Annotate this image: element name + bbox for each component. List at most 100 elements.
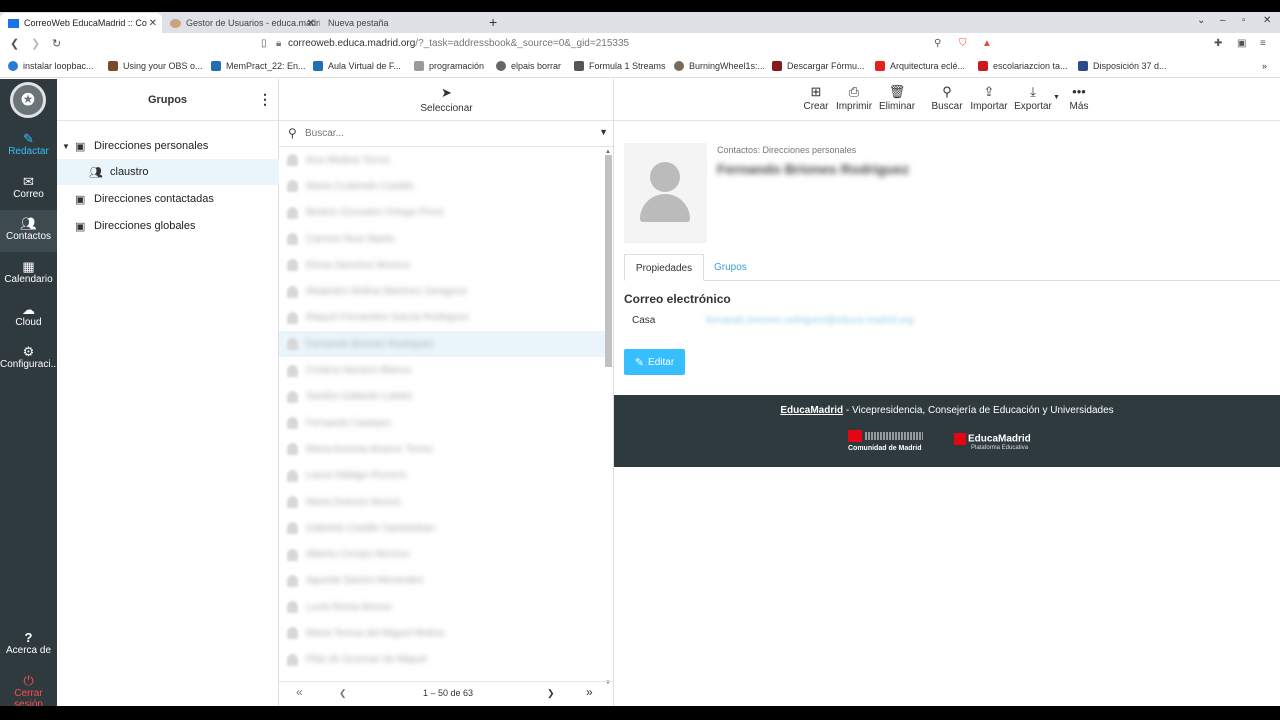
contact-row[interactable]: Elena Sanchez Moreno xyxy=(279,252,605,278)
tab-groups[interactable]: Grupos xyxy=(714,254,747,281)
contact-row[interactable]: Marta Cuadrado Castillo xyxy=(279,173,605,199)
close-tab-icon[interactable]: ✕ xyxy=(149,18,157,29)
contact-row[interactable]: Pilar de Guzman de Miguel xyxy=(279,647,605,673)
brave-rewards-icon[interactable]: ▲ xyxy=(982,38,992,49)
minimize-icon[interactable]: – xyxy=(1220,15,1226,26)
groups-title: Grupos xyxy=(147,94,188,106)
group-item-claustro[interactable]: 👥︎ claustro xyxy=(57,159,279,185)
extensions-icon[interactable]: ✚ xyxy=(1214,38,1222,49)
next-page-icon[interactable]: ❯ xyxy=(547,688,555,699)
group-item-contacted[interactable]: ▣ Direcciones contactadas xyxy=(57,186,279,212)
select-button[interactable]: ➤ Seleccionar xyxy=(279,79,613,121)
group-item-global[interactable]: ▣ Direcciones globales xyxy=(57,213,279,239)
bookmark-item[interactable]: elpais borrar xyxy=(496,61,561,71)
nav-compose[interactable]: ✎ Redactar xyxy=(0,125,57,167)
close-tab-icon[interactable]: ✕ xyxy=(307,18,315,29)
bookmark-item[interactable]: BurningWheel1s:... xyxy=(674,61,765,71)
tab-properties[interactable]: Propiedades xyxy=(624,254,704,281)
bookmark-item[interactable]: Arquitectura eclé... xyxy=(875,61,965,71)
educamadrid-footer-logo[interactable]: EducaMadrid Plataforma Educativa xyxy=(954,430,1031,451)
export-button[interactable]: ⤓ Exportar xyxy=(1014,79,1052,121)
maximize-icon[interactable]: ▫ xyxy=(1242,15,1246,26)
nav-about[interactable]: ? Acerca de xyxy=(0,624,57,666)
window-close-icon[interactable]: ✕ xyxy=(1263,15,1271,26)
import-button[interactable]: ⇪ Importar xyxy=(969,79,1009,121)
contact-avatar[interactable] xyxy=(624,143,707,243)
nav-cloud[interactable]: ☁ Cloud xyxy=(0,296,57,338)
contact-row[interactable]: Maria Dolores Munoz xyxy=(279,489,605,515)
more-bookmarks-icon[interactable]: » xyxy=(1262,61,1267,71)
tab-search-icon[interactable]: ⌄ xyxy=(1197,15,1205,26)
chevron-down-icon[interactable]: ▼ xyxy=(62,142,70,151)
madrid-flag-icon xyxy=(848,430,862,442)
create-button[interactable]: ⊞ Crear xyxy=(801,79,831,121)
contact-row[interactable]: Laura Hidalgo Romero xyxy=(279,463,605,489)
contact-row[interactable]: Sandra Gallardo Lobato xyxy=(279,384,605,410)
contact-row[interactable]: Maria Teresa del Miguel Molina xyxy=(279,620,605,646)
contact-list-scrollbar[interactable]: ▲ ▼ xyxy=(605,149,612,689)
groups-menu-icon[interactable]: ⋮ xyxy=(258,91,272,108)
menu-icon[interactable]: ≡ xyxy=(1260,38,1266,49)
forward-icon[interactable]: ❯ xyxy=(31,37,40,50)
contact-row[interactable]: Gabriela Castillo Santisteban xyxy=(279,515,605,541)
browser-tab-new[interactable]: Nueva pestaña xyxy=(320,13,478,33)
contact-row[interactable]: Beatriz Gonzalez Ortega Perez xyxy=(279,200,605,226)
footer-link[interactable]: EducaMadrid xyxy=(780,405,843,416)
reload-icon[interactable]: ↻ xyxy=(52,37,61,50)
contact-row[interactable]: Lucia Reina Alonso xyxy=(279,594,605,620)
contact-row[interactable]: Carmen Ruiz Martin xyxy=(279,226,605,252)
browser-tab-gestor[interactable]: Gestor de Usuarios - educa.madrid ✕ xyxy=(162,13,320,33)
last-page-icon[interactable]: » xyxy=(586,685,593,699)
contact-detail-panel: ⊞ Crear ⎙ Imprimir 🗑︎ Eliminar ⚲ Buscar ⇪ Imp… xyxy=(614,79,1280,706)
bookmark-item[interactable]: Aula Virtual de F... xyxy=(313,61,401,71)
search-options-icon[interactable]: ▼ xyxy=(599,127,608,137)
bookmark-item[interactable]: programación xyxy=(414,61,484,71)
print-button[interactable]: ⎙ Imprimir xyxy=(834,79,874,121)
contact-row[interactable]: Cristina Navarro Blanco xyxy=(279,357,605,383)
contact-row[interactable]: Raquel Fernandez Garcia Rodriguez xyxy=(279,305,605,331)
prev-page-icon[interactable]: ❮ xyxy=(339,688,347,699)
url-field[interactable]: correoweb.educa.madrid.org/?_task=addres… xyxy=(288,38,629,49)
educamadrid-logo-icon[interactable]: ✪ xyxy=(10,82,46,118)
brave-shield-icon[interactable]: ⛉ xyxy=(959,38,967,49)
first-page-icon[interactable]: « xyxy=(296,685,303,699)
bookmark-item[interactable]: MemPract_22: En... xyxy=(211,61,306,71)
nav-logout[interactable]: ⏻ Cerrar sesión xyxy=(0,667,57,706)
more-button[interactable]: ••• Más xyxy=(1064,79,1094,121)
wallet-icon[interactable]: ▣ xyxy=(1237,38,1246,49)
bookmark-item[interactable]: Formula 1 Streams xyxy=(574,61,666,71)
edit-button[interactable]: ✎ Editar xyxy=(624,349,685,375)
zoom-icon[interactable]: ⚲ xyxy=(934,38,941,49)
new-tab-icon[interactable]: + xyxy=(489,14,497,30)
group-item-personal[interactable]: ▼ ▣ Direcciones personales xyxy=(57,133,279,159)
contact-search: ⚲ ▼ xyxy=(279,121,614,147)
contact-person-icon xyxy=(287,154,298,167)
browser-tab-correoweb[interactable]: CorreoWeb EducaMadrid :: Co ✕ xyxy=(0,13,162,33)
email-value-link[interactable]: fernando.briones.rodriguez@educa.madrid.… xyxy=(706,315,914,326)
scrollbar-thumb[interactable] xyxy=(605,155,612,367)
comunidad-madrid-logo[interactable]: Comunidad de Madrid xyxy=(848,430,923,452)
nav-calendar[interactable]: ▦ Calendario xyxy=(0,253,57,295)
delete-button[interactable]: 🗑︎ Eliminar xyxy=(878,79,916,121)
contact-row[interactable]: Ana Medina Torres xyxy=(279,147,605,173)
contact-row[interactable]: Agueda Santos Menendez xyxy=(279,568,605,594)
contact-row[interactable]: Alberto Crespo Moreno xyxy=(279,541,605,567)
contact-row[interactable]: Fernando Castejon xyxy=(279,410,605,436)
contact-row[interactable]: Maria Antonia Alvarez Torres xyxy=(279,436,605,462)
bookmark-item[interactable]: escolariazcion ta... xyxy=(978,61,1068,71)
bookmark-item[interactable]: Descargar Fórmu... xyxy=(772,61,865,71)
search-button[interactable]: ⚲ Buscar xyxy=(930,79,964,121)
contact-row[interactable]: Alejandro Molina Martinez Zaragoza xyxy=(279,278,605,304)
contact-row-name: Raquel Fernandez Garcia Rodriguez xyxy=(306,312,469,324)
contact-row[interactable]: Fernando Briones Rodriguez xyxy=(279,331,605,358)
nav-settings[interactable]: ⚙ Configuraci... xyxy=(0,338,59,380)
nav-mail[interactable]: ✉ Correo xyxy=(0,168,57,210)
bookmark-item[interactable]: Disposición 37 d... xyxy=(1078,61,1167,71)
nav-contacts[interactable]: 👥︎ Contactos xyxy=(0,210,57,252)
bookmark-icon[interactable]: ▯ xyxy=(261,38,267,49)
bookmark-item[interactable]: instalar loopbac... xyxy=(8,61,94,71)
export-dropdown-icon[interactable]: ▼ xyxy=(1053,94,1060,101)
search-input[interactable] xyxy=(305,125,585,141)
back-icon[interactable]: ❮ xyxy=(10,37,19,50)
bookmark-item[interactable]: Using your OBS o... xyxy=(108,61,203,71)
